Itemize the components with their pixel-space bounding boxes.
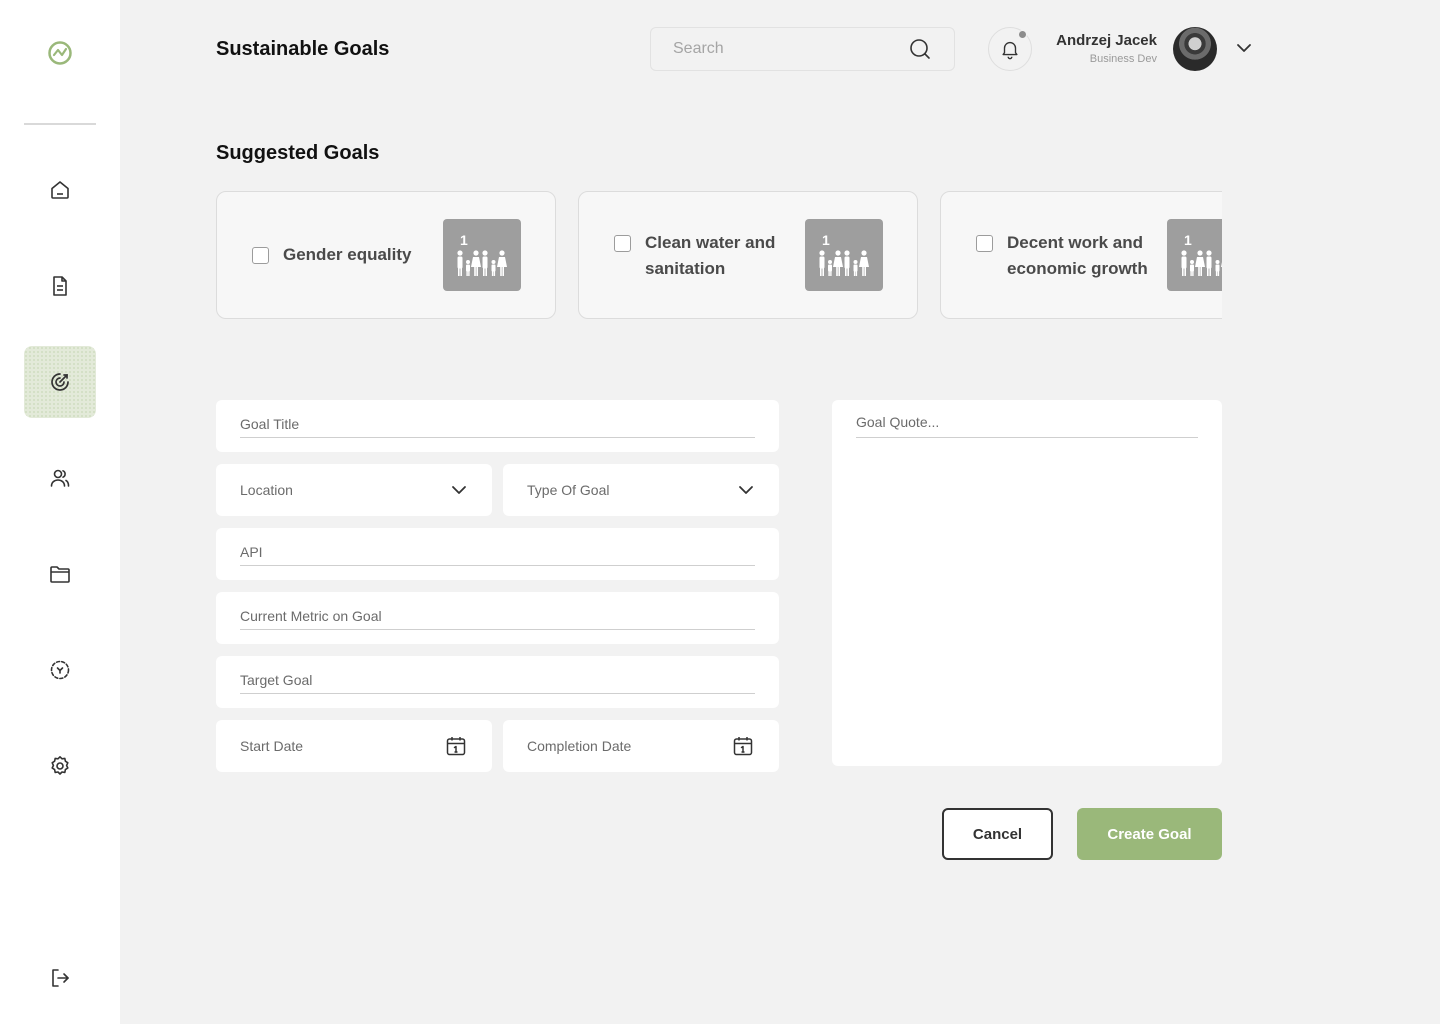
- goal-card-decent-work[interactable]: Decent work and economic growth 1: [940, 191, 1222, 319]
- goal-title-field: [216, 400, 779, 452]
- start-date-label: Start Date: [240, 738, 304, 754]
- api-field: [216, 528, 779, 580]
- document-icon: [53, 276, 67, 296]
- sdg-badge: 1: [1167, 219, 1222, 291]
- chevron-down-icon: [739, 486, 753, 494]
- goal-quote-panel: [832, 400, 1222, 766]
- sdg-badge-number: 1: [822, 232, 830, 248]
- goal-card-label: Decent work and economic growth: [1007, 233, 1148, 278]
- bell-icon: [1002, 41, 1018, 60]
- chevron-down-icon[interactable]: [1234, 38, 1254, 58]
- goal-checkbox[interactable]: [252, 247, 269, 264]
- sdg-badge-number: 1: [460, 232, 468, 248]
- home-icon: [51, 181, 69, 199]
- chevron-down-icon: [452, 486, 466, 494]
- sidebar-item-users[interactable]: [24, 442, 96, 514]
- goal-checkbox[interactable]: [614, 235, 631, 252]
- api-input[interactable]: [240, 542, 755, 566]
- sidebar: [0, 0, 120, 1024]
- goal-quote-textarea[interactable]: [856, 414, 1198, 438]
- sidebar-item-documents[interactable]: [24, 250, 96, 322]
- sdg-badge: 1: [443, 219, 521, 291]
- sidebar-item-home[interactable]: [24, 154, 96, 226]
- family-icon: [457, 250, 507, 276]
- create-goal-button[interactable]: Create Goal: [1077, 808, 1222, 860]
- scan-icon: [50, 660, 70, 680]
- suggested-goals-title: Suggested Goals: [216, 142, 380, 164]
- type-select-label: Type Of Goal: [527, 482, 610, 498]
- sdg-badge-number: 1: [1184, 232, 1192, 248]
- users-icon: [50, 469, 70, 487]
- search-icon[interactable]: [908, 37, 932, 61]
- sidebar-item-logout[interactable]: [24, 942, 96, 1014]
- sidebar-item-scan[interactable]: [24, 634, 96, 706]
- avatar[interactable]: [1173, 27, 1217, 71]
- completion-date-field[interactable]: Completion Date: [503, 720, 779, 772]
- type-of-goal-select[interactable]: Type Of Goal: [503, 464, 779, 516]
- suggested-goals-list: Gender equality 1 Clean water and sanita…: [216, 191, 1222, 319]
- goal-title-input[interactable]: [240, 414, 755, 438]
- sidebar-item-folders[interactable]: [24, 538, 96, 610]
- target-goal-field: [216, 656, 779, 708]
- calendar-icon[interactable]: [444, 734, 468, 758]
- notification-dot: [1018, 30, 1027, 39]
- search-bar[interactable]: [650, 27, 955, 71]
- page-title: Sustainable Goals: [216, 38, 390, 60]
- app-logo-icon[interactable]: [47, 40, 73, 66]
- notifications-button[interactable]: [988, 27, 1032, 71]
- goal-card-gender-equality[interactable]: Gender equality 1: [216, 191, 556, 319]
- current-metric-field: [216, 592, 779, 644]
- search-input[interactable]: [673, 40, 908, 58]
- family-icon: [1181, 250, 1222, 276]
- goal-card-clean-water[interactable]: Clean water and sanitation 1: [578, 191, 918, 319]
- gear-icon: [51, 756, 69, 775]
- sidebar-item-settings[interactable]: [24, 730, 96, 802]
- goal-checkbox[interactable]: [976, 235, 993, 252]
- sidebar-divider: [24, 123, 96, 125]
- goal-card-label: Gender equality: [283, 245, 412, 264]
- user-name: Andrzej Jacek: [1056, 32, 1157, 49]
- sidebar-item-goals[interactable]: [24, 346, 96, 418]
- goal-card-label: Clean water and sanitation: [645, 233, 776, 278]
- target-goal-input[interactable]: [240, 670, 755, 694]
- family-icon: [819, 250, 869, 276]
- logout-icon: [52, 969, 69, 987]
- user-role: Business Dev: [1089, 53, 1157, 65]
- completion-date-label: Completion Date: [527, 738, 632, 754]
- start-date-field[interactable]: Start Date: [216, 720, 492, 772]
- sdg-badge: 1: [805, 219, 883, 291]
- target-icon: [51, 373, 69, 391]
- calendar-icon[interactable]: [731, 734, 755, 758]
- current-metric-input[interactable]: [240, 606, 755, 630]
- location-select[interactable]: Location: [216, 464, 492, 516]
- cancel-button[interactable]: Cancel: [942, 808, 1053, 860]
- folder-icon: [50, 566, 70, 583]
- location-select-label: Location: [240, 482, 293, 498]
